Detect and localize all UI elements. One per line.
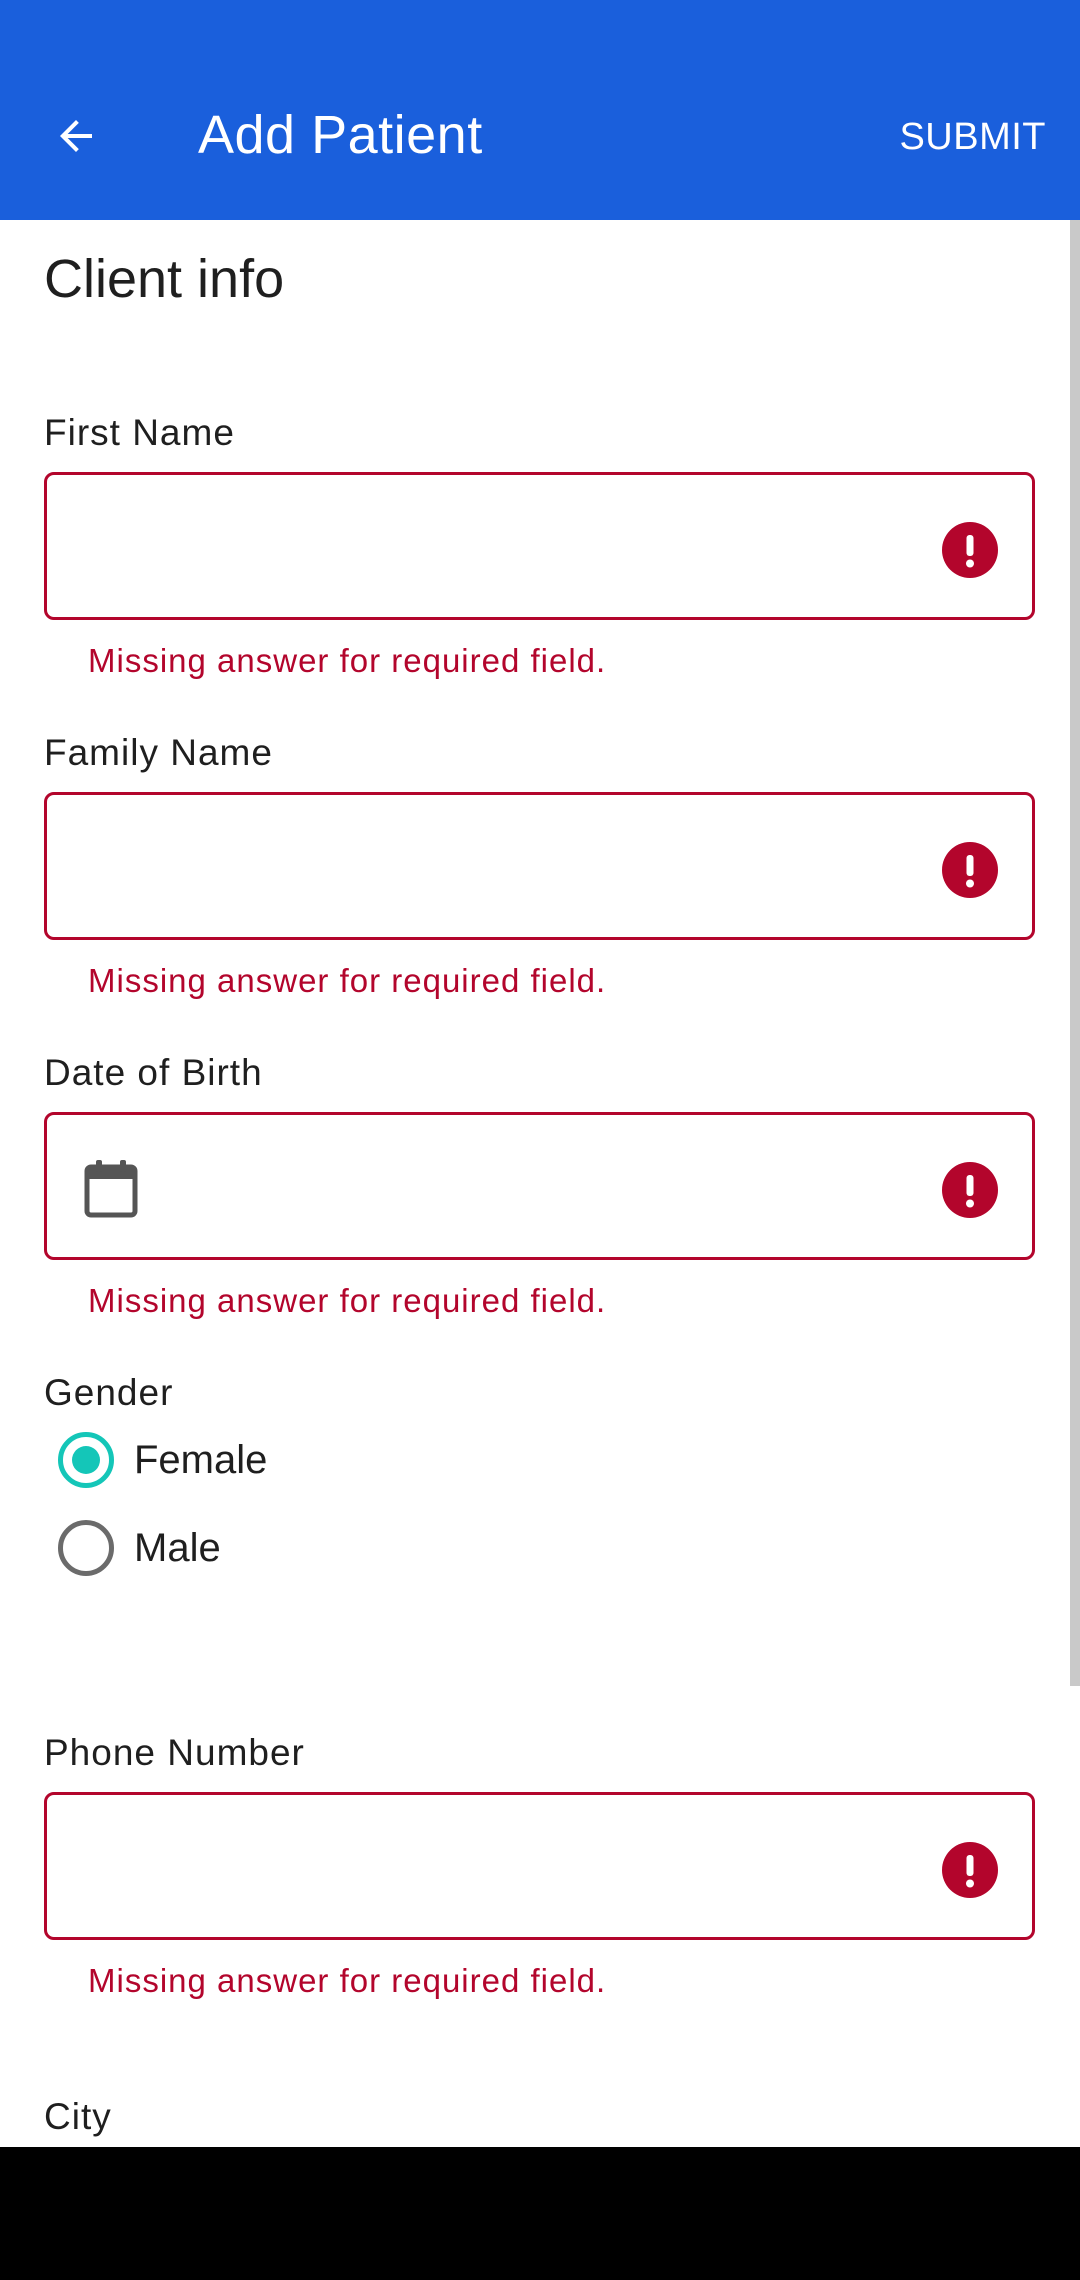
radio-unselected-icon[interactable] xyxy=(58,1520,114,1576)
error-icon xyxy=(942,842,998,898)
phone-number-input[interactable] xyxy=(44,1792,1035,1940)
phone-number-label: Phone Number xyxy=(44,1732,305,1773)
error-icon xyxy=(942,1162,998,1218)
arrow-back-icon xyxy=(60,120,92,152)
date-of-birth-error: Missing answer for required field. xyxy=(88,1282,607,1319)
form-content[interactable]: Client info First Name Missing answer fo… xyxy=(0,220,1080,2147)
family-name-input[interactable] xyxy=(44,792,1035,940)
date-of-birth-label: Date of Birth xyxy=(44,1052,263,1093)
page-title: Add Patient xyxy=(198,105,483,165)
gender-option-label: Male xyxy=(134,1526,221,1570)
scrollbar[interactable] xyxy=(1070,220,1080,1686)
gender-label: Gender xyxy=(44,1372,174,1413)
gender-option-male[interactable]: Male xyxy=(58,1518,221,1578)
app-bar: Add Patient SUBMIT xyxy=(0,0,1080,220)
family-name-label: Family Name xyxy=(44,732,273,773)
radio-selected-icon[interactable] xyxy=(58,1432,114,1488)
error-icon xyxy=(942,1842,998,1898)
family-name-error: Missing answer for required field. xyxy=(88,962,607,999)
date-of-birth-input[interactable] xyxy=(44,1112,1035,1260)
first-name-input[interactable] xyxy=(44,472,1035,620)
first-name-label: First Name xyxy=(44,412,235,453)
section-title: Client info xyxy=(44,249,285,309)
first-name-error: Missing answer for required field. xyxy=(88,642,607,679)
gender-option-label: Female xyxy=(134,1438,268,1482)
error-icon xyxy=(942,522,998,578)
system-navigation-bar xyxy=(0,2147,1080,2280)
calendar-icon[interactable] xyxy=(83,1159,139,1219)
phone-number-error: Missing answer for required field. xyxy=(88,1962,607,1999)
submit-button[interactable]: SUBMIT xyxy=(899,118,1046,156)
city-label: City xyxy=(44,2096,112,2137)
back-button[interactable] xyxy=(40,100,112,172)
gender-option-female[interactable]: Female xyxy=(58,1430,267,1490)
